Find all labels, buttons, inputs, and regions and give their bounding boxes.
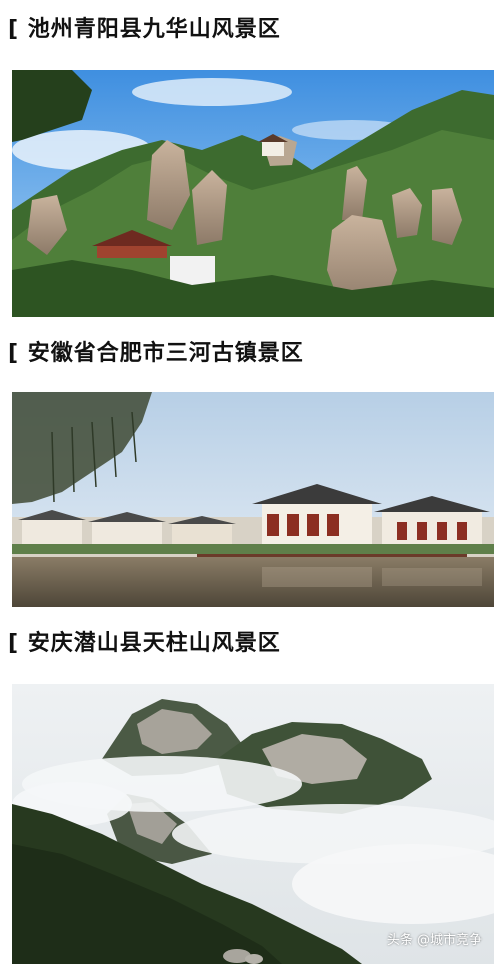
watermark-text: 头条 @城市竞争 xyxy=(386,933,482,948)
section-title-jiuhuashan: [ 池州青阳县九华山风景区 xyxy=(8,17,281,42)
tianzhushan-scene xyxy=(12,684,494,964)
photo-sanhe xyxy=(12,392,494,607)
photo-jiuhuashan xyxy=(12,70,494,317)
section-title-tianzhushan: [ 安庆潜山县天柱山风景区 xyxy=(8,631,281,656)
sanhe-scene xyxy=(12,392,494,607)
photo-tianzhushan: 头条 @城市竞争 xyxy=(12,684,494,964)
section-title-sanhe: [ 安徽省合肥市三河古镇景区 xyxy=(8,341,304,366)
jiuhuashan-scene xyxy=(12,70,494,317)
